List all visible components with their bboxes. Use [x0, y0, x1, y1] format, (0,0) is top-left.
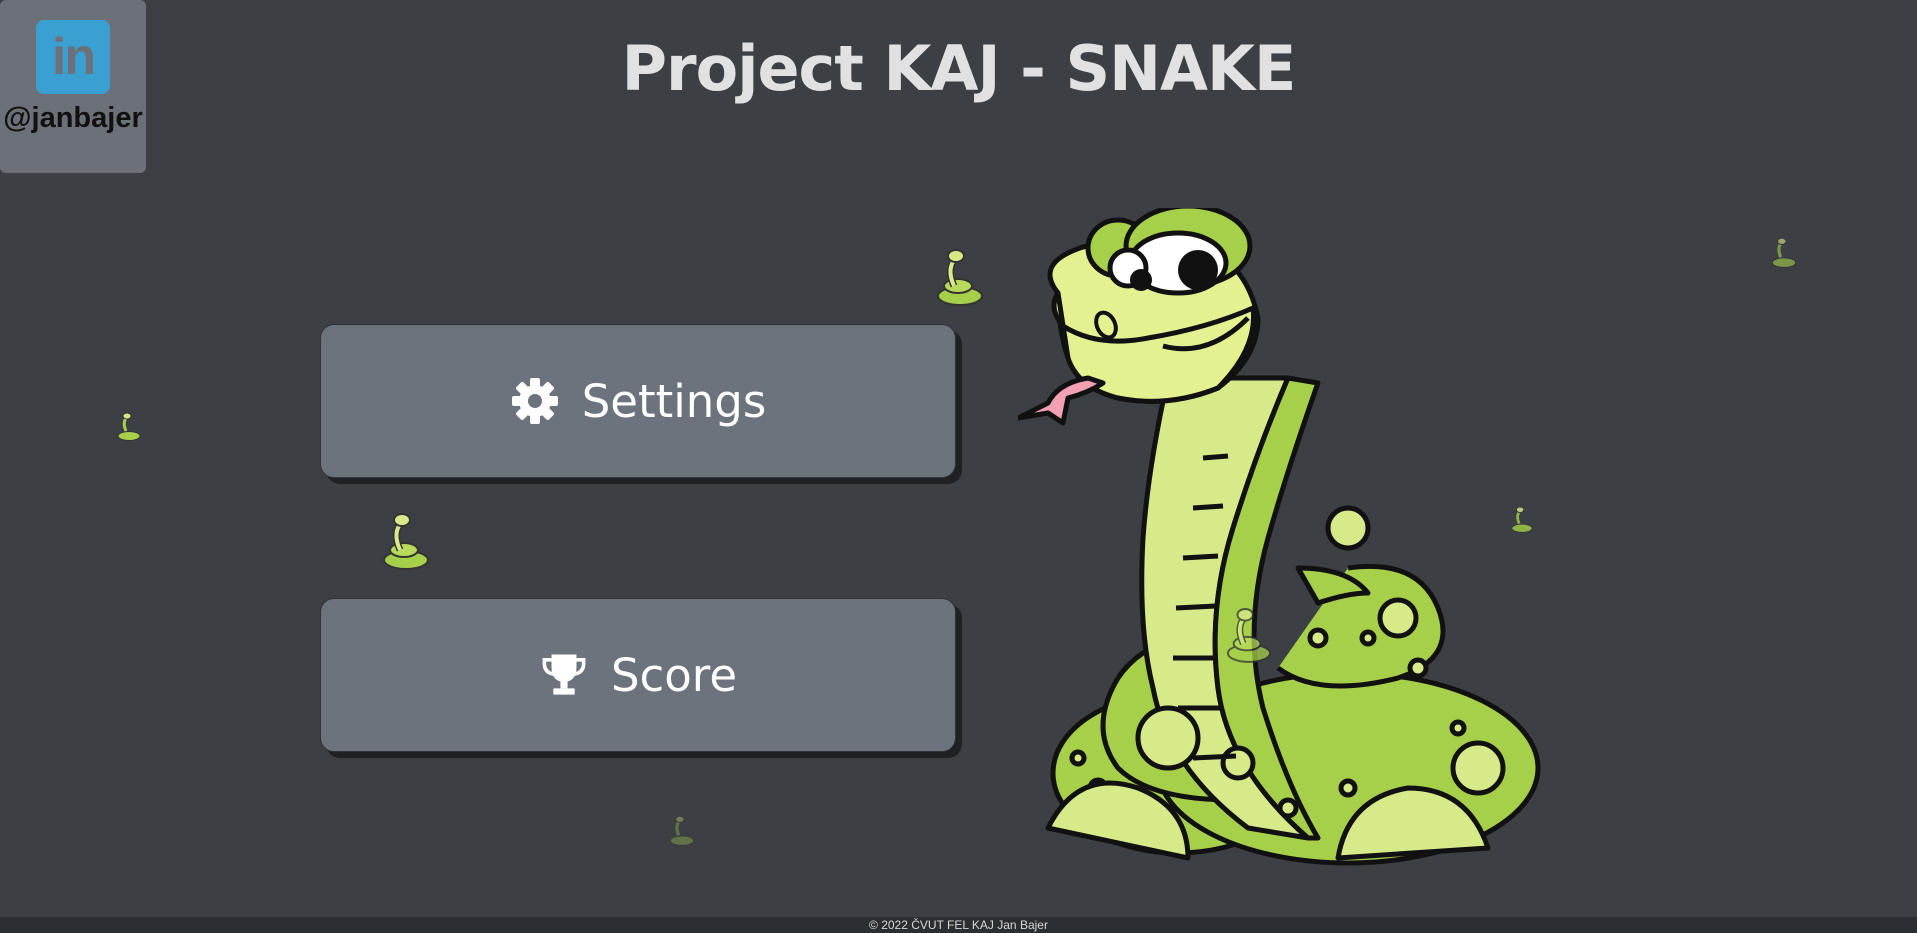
- trophy-icon: [539, 650, 589, 700]
- page-title: Project KAJ - SNAKE: [621, 32, 1297, 105]
- page-footer: © 2022 ČVUT FEL KAJ Jan Bajer: [0, 917, 1917, 933]
- small-snake-decoration: [117, 412, 141, 441]
- small-snake-decoration: [1771, 237, 1797, 268]
- snake-mascot-illustration: [1018, 208, 1541, 866]
- small-snake-decoration: [1226, 608, 1272, 663]
- linkedin-handle: @janbajer: [3, 102, 143, 134]
- score-label: Score: [610, 648, 738, 702]
- score-button[interactable]: Score: [320, 598, 956, 752]
- settings-label: Settings: [581, 374, 767, 428]
- small-snake-decoration: [937, 249, 983, 306]
- gear-icon: [510, 376, 560, 426]
- small-snake-decoration: [669, 815, 695, 846]
- settings-button[interactable]: Settings: [320, 324, 956, 478]
- small-snake-decoration: [383, 513, 429, 570]
